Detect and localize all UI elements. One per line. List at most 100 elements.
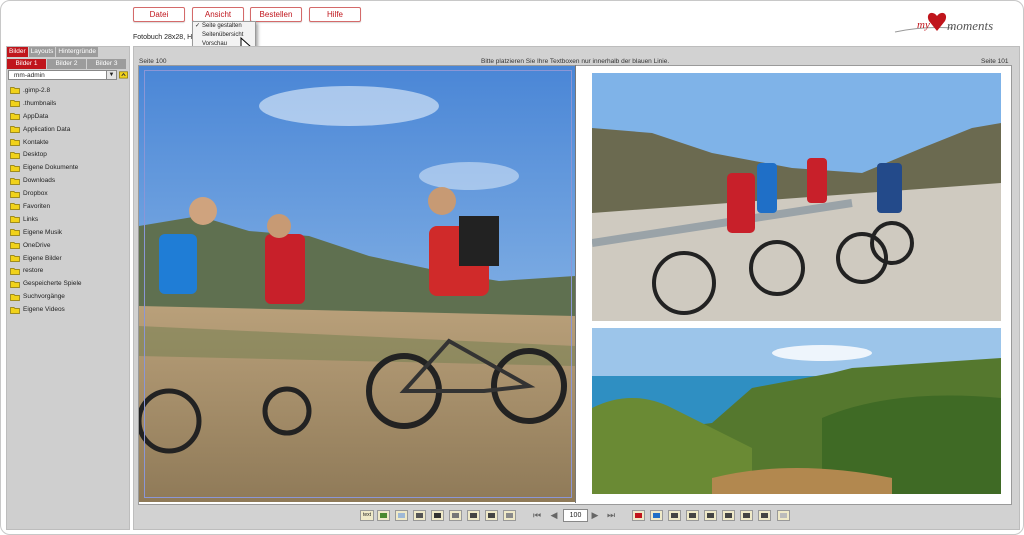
delete-tool-button[interactable] [449, 510, 462, 521]
folder-label: .thumbnails [23, 99, 57, 107]
folder-icon [10, 280, 20, 288]
folder-label: Desktop [23, 151, 47, 159]
folder-label: Eigene Dokumente [23, 164, 79, 172]
folder-icon [10, 87, 20, 95]
text-tool-button[interactable]: text [360, 510, 374, 521]
trash-icon [452, 513, 459, 518]
prev-page-icon[interactable]: ◀ [549, 510, 559, 521]
tab-hintergruende[interactable]: Hintergründe [56, 47, 98, 57]
next-page-icon[interactable]: ▶ [590, 510, 600, 521]
left-page-label: Seite 100 [139, 58, 167, 65]
folder-item[interactable]: Favoriten [10, 200, 82, 213]
book-spine [575, 65, 576, 503]
align-center-icon [689, 513, 696, 518]
align-top-icon [725, 513, 732, 518]
folder-item[interactable]: Downloads [10, 174, 82, 187]
folder-item[interactable]: AppData [10, 110, 82, 123]
folder-label: Links [23, 215, 39, 223]
photo-coastline[interactable] [592, 328, 1001, 494]
folder-label: .gimp-2.8 [23, 86, 51, 94]
folder-item[interactable]: OneDrive [10, 239, 82, 252]
folder-item[interactable]: .thumbnails [10, 97, 82, 110]
folder-item[interactable]: Suchvorgänge [10, 290, 82, 303]
layer-back-icon [488, 513, 495, 518]
subtab-bilder-3[interactable]: Bilder 3 [87, 59, 126, 69]
menu-item-seite-gestalten[interactable]: Seite gestalten [193, 22, 255, 31]
distribute-button[interactable] [740, 510, 753, 521]
frame-icon [398, 513, 405, 518]
folder-item[interactable]: Desktop [10, 148, 82, 161]
distribute-icon [743, 513, 750, 518]
folder-label: Favoriten [23, 202, 51, 210]
fit-image-button[interactable] [650, 510, 663, 521]
folder-item[interactable]: Links [10, 213, 82, 226]
align-bottom-button[interactable] [758, 510, 771, 521]
folder-item[interactable]: Eigene Bilder [10, 252, 82, 265]
folder-icon [10, 229, 20, 237]
photo-cyclists-road[interactable] [592, 73, 1001, 321]
folder-item[interactable]: Kontakte [10, 136, 82, 149]
chevron-down-icon[interactable]: ▼ [106, 71, 116, 79]
photo-cyclists-left[interactable] [139, 66, 575, 502]
first-page-icon[interactable]: ⏮ [532, 510, 542, 521]
menu-hilfe[interactable]: Hilfe [309, 7, 361, 22]
image-icon [380, 513, 387, 518]
folder-item[interactable]: Eigene Videos [10, 303, 82, 316]
frame-tool-button[interactable] [395, 510, 408, 521]
folder-icon [10, 100, 20, 108]
folder-icon [10, 113, 20, 121]
subtab-bilder-2[interactable]: Bilder 2 [47, 59, 86, 69]
folder-icon [10, 268, 20, 275]
align-top-button[interactable] [722, 510, 735, 521]
image-tool-button[interactable] [377, 510, 390, 521]
folder-item[interactable]: restore [10, 264, 82, 277]
folder-up-icon[interactable] [119, 70, 128, 79]
tab-layouts[interactable]: Layouts [28, 47, 56, 57]
folder-icon [10, 164, 20, 172]
folder-icon [10, 190, 20, 198]
folder-item[interactable]: Eigene Dokumente [10, 161, 82, 174]
layer-front-icon [470, 513, 477, 518]
user-select-value: mm-admin [14, 72, 45, 79]
folder-item[interactable]: .gimp-2.8 [10, 84, 82, 97]
folder-label: Application Data [23, 125, 71, 133]
subtab-bilder-1[interactable]: Bilder 1 [7, 59, 46, 69]
grid-button[interactable] [777, 510, 790, 521]
logo-text-moments: moments [947, 18, 993, 33]
menu-datei[interactable]: Datei [133, 7, 185, 22]
bring-front-button[interactable] [467, 510, 480, 521]
send-back-button[interactable] [485, 510, 498, 521]
tab-bilder[interactable]: Bilder [7, 47, 28, 57]
erase-tool-button[interactable] [431, 510, 444, 521]
folder-icon [10, 177, 20, 185]
document-title: Fotobuch 28x28, H [133, 34, 193, 41]
layout-button[interactable] [503, 510, 516, 521]
image-browser-panel: Bilder Layouts Hintergründe Bilder 1 Bil… [6, 46, 130, 530]
folder-label: Eigene Bilder [23, 254, 62, 262]
menu-bestellen[interactable]: Bestellen [250, 7, 302, 22]
last-page-icon[interactable]: ⏭ [606, 510, 616, 521]
line-icon [635, 513, 642, 518]
menu-ansicht[interactable]: Ansicht [192, 7, 244, 22]
page-number-input[interactable]: 100 [563, 509, 588, 522]
folder-label: Eigene Musik [23, 228, 63, 236]
folder-label: AppData [23, 112, 49, 120]
folder-item[interactable]: Gespeicherte Spiele [10, 277, 82, 290]
user-select[interactable]: mm-admin ▼ [8, 70, 117, 80]
right-page-label: Seite 101 [981, 58, 1009, 65]
align-center-button[interactable] [686, 510, 699, 521]
folder-item[interactable]: Application Data [10, 123, 82, 136]
folder-icon [10, 216, 20, 224]
layout-icon [506, 513, 513, 518]
folder-item[interactable]: Eigene Musik [10, 226, 82, 239]
folder-icon [10, 306, 20, 314]
align-left-button[interactable] [668, 510, 681, 521]
folder-label: Gespeicherte Spiele [23, 280, 82, 288]
edit-tool-button[interactable] [413, 510, 426, 521]
folder-item[interactable]: Dropbox [10, 187, 82, 200]
placement-hint: Bitte platzieren Sie Ihre Textboxen nur … [481, 58, 670, 65]
folder-label: Kontakte [23, 138, 49, 146]
eraser-icon [434, 513, 441, 518]
line-tool-button[interactable] [632, 510, 645, 521]
align-right-button[interactable] [704, 510, 717, 521]
